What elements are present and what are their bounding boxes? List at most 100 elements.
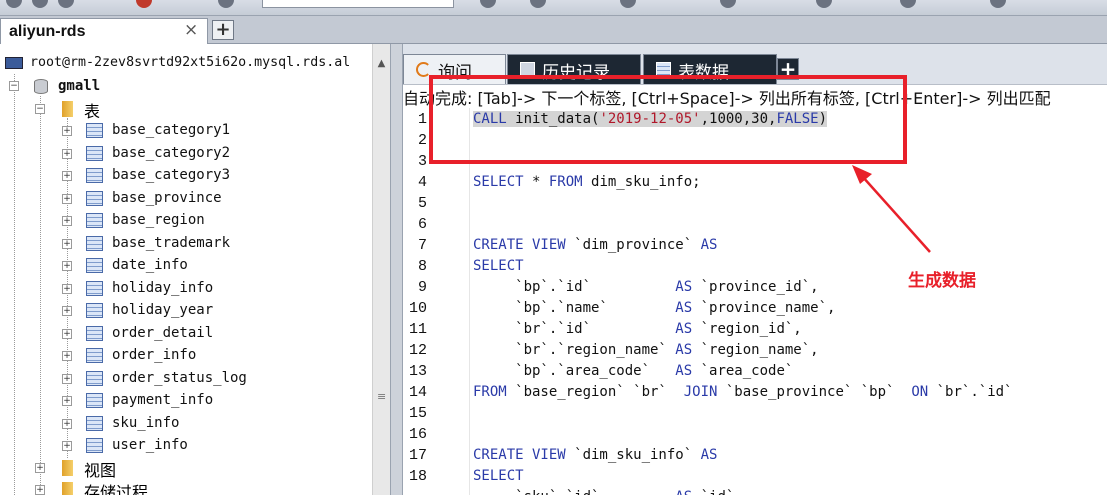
table-icon — [86, 190, 103, 206]
new-connection-tab-button[interactable]: + — [212, 20, 234, 40]
close-icon[interactable]: × — [184, 20, 198, 40]
expand-icon[interactable]: + — [62, 441, 72, 451]
folder-icon — [62, 101, 73, 117]
folder-icon — [62, 482, 73, 495]
expand-icon[interactable]: + — [62, 126, 72, 136]
tree-scrollbar[interactable]: ▲ ≡ — [372, 44, 390, 495]
table-node[interactable]: + order_detail — [0, 323, 371, 345]
code-line: SELECT * FROM dim_sku_info; — [473, 174, 701, 190]
table-node[interactable]: + base_region — [0, 210, 371, 232]
object-browser: root@rm-2zev8svrtd92xt5i62o.mysql.rds.al… — [0, 44, 371, 495]
main-toolbar — [0, 0, 1107, 16]
table-node[interactable]: + order_info — [0, 345, 371, 367]
tree-connection-node[interactable]: root@rm-2zev8svrtd92xt5i62o.mysql.rds.al — [0, 53, 371, 75]
table-label: holiday_info — [112, 279, 214, 296]
line-number: 2 — [417, 132, 427, 149]
toolbar-icon[interactable] — [990, 0, 1006, 8]
annotation-label: 生成数据 — [908, 271, 976, 291]
expand-icon[interactable]: + — [62, 396, 72, 406]
expand-icon[interactable]: + — [62, 171, 72, 181]
toolbar-icon[interactable] — [6, 0, 22, 8]
toolbar-icon[interactable] — [816, 0, 832, 8]
table-label: base_province — [112, 189, 222, 206]
code-line: `sku`.`id` AS `id` — [473, 489, 734, 495]
table-node[interactable]: + order_status_log — [0, 368, 371, 390]
table-node[interactable]: + base_category3 — [0, 165, 371, 187]
table-label: base_trademark — [112, 234, 231, 251]
tree-tables-folder[interactable]: − 表 — [0, 98, 371, 121]
expand-icon[interactable]: + — [62, 283, 72, 294]
connection-tab-label: aliyun-rds — [9, 23, 86, 40]
table-label: base_category2 — [112, 144, 231, 161]
line-number: 9 — [417, 279, 427, 296]
splitter-handle[interactable] — [390, 44, 403, 495]
expand-icon[interactable]: + — [62, 216, 72, 226]
table-node[interactable]: + base_category2 — [0, 143, 371, 165]
table-node[interactable]: + date_info — [0, 255, 371, 277]
code-line: `bp`.`id` AS `province_id`, — [473, 279, 819, 295]
expand-icon[interactable]: + — [35, 463, 45, 473]
expand-icon[interactable]: + — [62, 373, 72, 384]
tree-database-node[interactable]: − gmall — [0, 76, 371, 98]
scroll-grip-icon[interactable]: ≡ — [377, 390, 386, 403]
toolbar-combobox[interactable] — [262, 0, 454, 8]
line-number: 11 — [408, 321, 427, 338]
expand-icon[interactable]: + — [62, 306, 72, 316]
connection-label: root@rm-2zev8svrtd92xt5i62o.mysql.rds.al — [30, 55, 351, 70]
expand-icon[interactable]: + — [62, 148, 72, 159]
expand-icon[interactable]: + — [62, 193, 72, 204]
line-number: 8 — [417, 258, 427, 275]
toolbar-icon[interactable] — [530, 0, 546, 8]
table-node[interactable]: + payment_info — [0, 390, 371, 412]
toolbar-icon[interactable] — [32, 0, 48, 8]
table-node[interactable]: + base_category1 — [0, 120, 371, 142]
table-node[interactable]: + holiday_year — [0, 300, 371, 322]
table-node[interactable]: + sku_info — [0, 413, 371, 435]
table-label: user_info — [112, 437, 188, 453]
table-node[interactable]: + user_info — [0, 435, 371, 457]
table-label: base_category1 — [112, 122, 231, 138]
expand-icon[interactable]: + — [62, 418, 72, 429]
sql-editor[interactable]: CALL init_data('2019-12-05',1000,30,FALS… — [469, 108, 1107, 495]
toolbar-icon[interactable] — [480, 0, 496, 8]
tree-views-folder[interactable]: + 视图 — [0, 457, 371, 480]
toolbar-icon[interactable] — [720, 0, 736, 8]
line-number: 6 — [417, 216, 427, 233]
table-icon — [86, 145, 103, 161]
code-line: `bp`.`area_code` AS `area_code` — [473, 363, 794, 379]
expand-icon[interactable]: + — [62, 351, 72, 361]
procedures-folder-label: 存储过程 — [84, 483, 149, 495]
code-line: SELECT — [473, 468, 524, 484]
expand-icon[interactable]: + — [62, 238, 72, 249]
stop-icon[interactable] — [136, 0, 152, 8]
tables-folder-label: 表 — [84, 102, 101, 121]
server-icon — [5, 57, 23, 69]
table-node[interactable]: + base_trademark — [0, 233, 371, 255]
table-icon — [86, 393, 103, 408]
scroll-up-icon[interactable]: ▲ — [373, 56, 390, 72]
tree-procedures-folder[interactable]: + 存储过程 — [0, 479, 371, 495]
toolbar-icon[interactable] — [58, 0, 74, 8]
table-icon — [86, 123, 103, 138]
toolbar-icon[interactable] — [900, 0, 916, 8]
table-node[interactable]: + base_province — [0, 188, 371, 210]
annotation-highlight-box — [429, 75, 907, 164]
table-label: order_status_log — [112, 369, 247, 386]
line-number: 14 — [408, 384, 427, 401]
connection-tab[interactable]: aliyun-rds × — [0, 18, 208, 44]
expand-icon[interactable]: + — [62, 328, 72, 339]
table-icon — [86, 168, 103, 183]
table-icon — [86, 303, 103, 318]
collapse-icon[interactable]: − — [35, 104, 45, 114]
line-number: 1 — [417, 111, 427, 128]
line-number: 7 — [417, 237, 427, 254]
collapse-icon[interactable]: − — [9, 81, 19, 91]
views-folder-label: 视图 — [84, 461, 117, 480]
table-label: order_info — [112, 347, 197, 363]
toolbar-icon[interactable] — [620, 0, 636, 8]
expand-icon[interactable]: + — [35, 485, 45, 495]
table-node[interactable]: + holiday_info — [0, 278, 371, 300]
toolbar-icon[interactable] — [218, 0, 234, 8]
line-number-gutter: 1 2 3 4 5 6 7 8 9 10 11 12 13 14 15 16 17 18 — [403, 108, 469, 495]
expand-icon[interactable]: + — [62, 261, 72, 271]
